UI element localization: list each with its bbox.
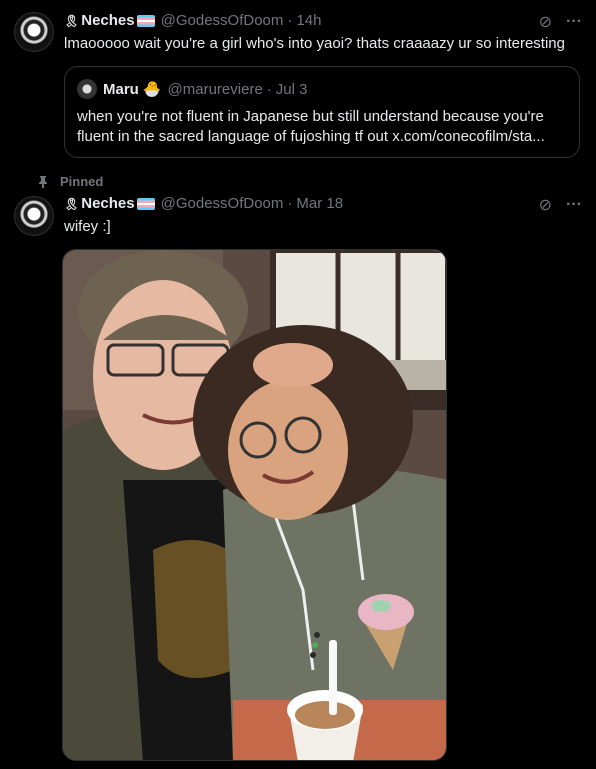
timestamp[interactable]: Mar 18 bbox=[296, 195, 343, 212]
ribbon-icon: 🎗 bbox=[64, 196, 80, 211]
tweet-photo[interactable] bbox=[62, 249, 447, 761]
grok-icon[interactable]: ⊘ bbox=[539, 195, 552, 215]
more-icon[interactable]: ··· bbox=[566, 13, 582, 31]
separator: · bbox=[287, 12, 293, 29]
pinned-label: Pinned bbox=[38, 174, 103, 189]
quote-text: when you're not fluent in Japanese but s… bbox=[77, 108, 545, 145]
display-name-text[interactable]: Neches bbox=[81, 195, 134, 212]
avatar[interactable] bbox=[14, 196, 54, 236]
timestamp[interactable]: 14h bbox=[296, 12, 321, 29]
selfie-photo bbox=[63, 250, 446, 760]
grok-icon[interactable]: ⊘ bbox=[539, 12, 552, 32]
pin-icon bbox=[38, 175, 48, 188]
tweet-header: 🎗 Neches @GodessOfDoom · Mar 18 bbox=[64, 195, 343, 212]
separator: · bbox=[266, 80, 272, 98]
quoted-tweet[interactable]: Maru 🐣 @marureviere · Jul 3 when you're … bbox=[64, 66, 580, 158]
display-name[interactable]: 🎗 Neches bbox=[64, 195, 157, 212]
quote-header: Maru 🐣 @marureviere · Jul 3 bbox=[103, 80, 308, 99]
handle[interactable]: @marureviere bbox=[168, 81, 263, 98]
avatar[interactable] bbox=[14, 12, 54, 52]
trans-flag-icon bbox=[136, 14, 155, 27]
tweet-header: 🎗 Neches @GodessOfDoom · 14h bbox=[64, 12, 321, 29]
more-icon[interactable]: ··· bbox=[566, 196, 582, 214]
separator: · bbox=[287, 195, 293, 212]
tweet-actions: ⊘ ··· bbox=[539, 195, 582, 215]
tweet-actions: ⊘ ··· bbox=[539, 12, 582, 32]
chick-emoji-icon: 🐣 bbox=[142, 81, 162, 98]
avatar[interactable] bbox=[77, 79, 97, 99]
handle[interactable]: @GodessOfDoom bbox=[161, 195, 284, 212]
display-name-text[interactable]: Neches bbox=[81, 12, 134, 29]
display-name[interactable]: 🎗 Neches bbox=[64, 12, 157, 29]
handle[interactable]: @GodessOfDoom bbox=[161, 12, 284, 29]
ribbon-icon: 🎗 bbox=[64, 13, 80, 28]
tweet-text: wifey :] bbox=[64, 218, 111, 235]
timestamp[interactable]: Jul 3 bbox=[276, 81, 308, 98]
trans-flag-icon bbox=[136, 197, 155, 210]
pinned-text: Pinned bbox=[60, 174, 104, 189]
display-name[interactable]: Maru bbox=[103, 81, 139, 98]
tweet-text: lmaooooo wait you're a girl who's into y… bbox=[64, 35, 565, 52]
